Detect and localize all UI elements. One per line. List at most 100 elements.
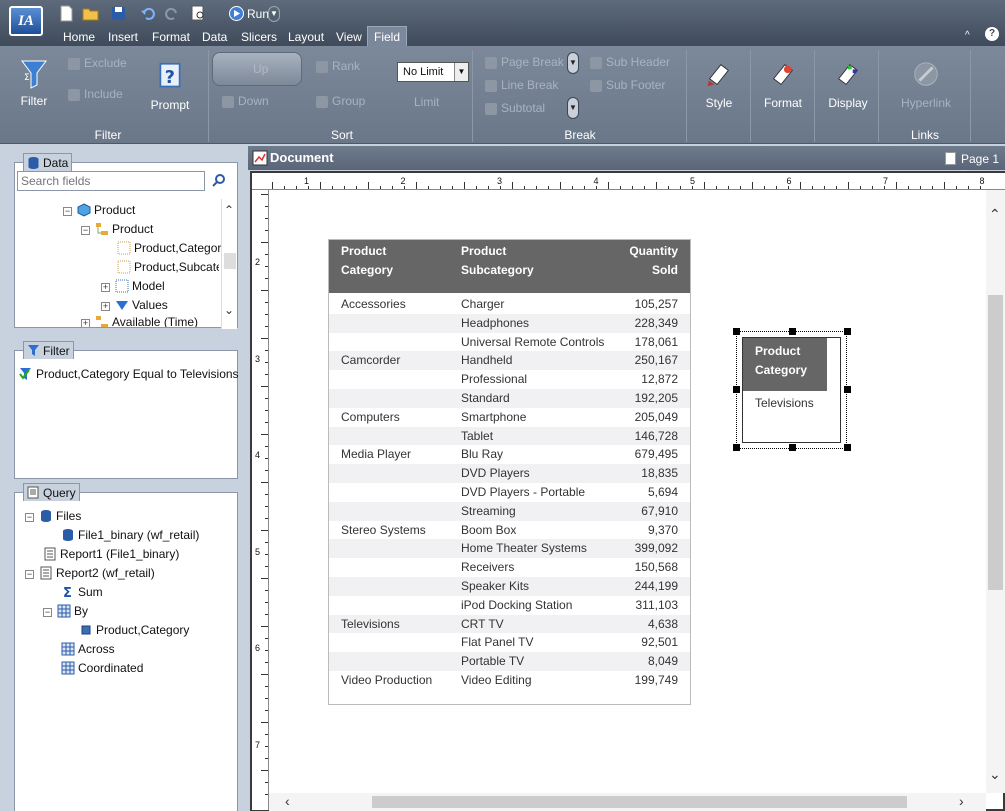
query-item-by[interactable]: − By: [43, 602, 88, 620]
table-row[interactable]: Video Production Video Editing 199,749: [329, 671, 690, 690]
save-icon[interactable]: [110, 5, 127, 22]
sub-footer-button[interactable]: Sub Footer: [590, 76, 665, 94]
table-row[interactable]: Receivers 150,568: [329, 558, 690, 577]
prompt-button[interactable]: ? Prompt: [148, 62, 192, 112]
tab-data[interactable]: Data: [200, 28, 229, 46]
tree-item-product-subcategory[interactable]: Product,Subcategory: [117, 258, 219, 276]
table-row[interactable]: Computers Smartphone 205,049: [329, 408, 690, 427]
table-row[interactable]: Standard 192,205: [329, 389, 690, 408]
table-row[interactable]: Headphones 228,349: [329, 313, 690, 333]
query-item-report1[interactable]: Report1 (File1_binary): [43, 545, 179, 563]
sub-header-button[interactable]: Sub Header: [590, 53, 670, 71]
resize-handle[interactable]: [789, 328, 796, 335]
scroll-down-icon[interactable]: ⌄: [224, 303, 234, 317]
table-row[interactable]: Portable TV 8,049: [329, 652, 690, 671]
page-break-button[interactable]: Page Break: [485, 53, 564, 71]
scroll-up-icon[interactable]: ⌃: [224, 203, 234, 217]
run-dropdown-icon[interactable]: ▼: [268, 6, 280, 22]
header-product-subcategory[interactable]: Product Subcategory: [461, 242, 534, 280]
query-item-across[interactable]: Across: [61, 640, 115, 658]
tab-home[interactable]: Home: [61, 28, 97, 46]
scroll-up-icon[interactable]: ⌃: [989, 206, 1001, 223]
header-product-category[interactable]: Product Category: [341, 242, 393, 280]
sort-up-button[interactable]: Up: [212, 52, 302, 86]
new-document-icon[interactable]: [58, 5, 75, 22]
scroll-left-icon[interactable]: ‹: [285, 793, 290, 809]
subtotal-dropdown-icon[interactable]: ▼: [567, 97, 579, 119]
table-row[interactable]: DVD Players - Portable 5,694: [329, 483, 690, 502]
hyperlink-button[interactable]: Hyperlink: [896, 60, 956, 110]
tab-format[interactable]: Format: [150, 28, 192, 46]
include-button[interactable]: Include: [68, 85, 123, 103]
query-item-file1-binary[interactable]: File1_binary (wf_retail): [61, 526, 199, 544]
vertical-scrollbar-thumb[interactable]: [988, 295, 1003, 590]
horizontal-scrollbar-thumb[interactable]: [372, 796, 907, 808]
table-row[interactable]: Speaker Kits 244,199: [329, 577, 690, 596]
collapse-icon[interactable]: −: [25, 513, 34, 522]
tab-slicers[interactable]: Slicers: [239, 28, 279, 46]
vertical-scrollbar[interactable]: ⌃ ⌄: [986, 190, 1005, 793]
report-table[interactable]: Product Category Product Subcategory Quant…: [328, 239, 691, 705]
collapse-icon[interactable]: −: [81, 226, 90, 235]
tab-view[interactable]: View: [334, 28, 364, 46]
collapse-ribbon-icon[interactable]: ^: [965, 30, 970, 41]
query-item-coordinated[interactable]: Coordinated: [61, 659, 143, 677]
search-fields-input[interactable]: [17, 171, 205, 191]
tab-insert[interactable]: Insert: [106, 28, 140, 46]
resize-handle[interactable]: [844, 444, 851, 451]
app-logo[interactable]: IA: [9, 6, 43, 36]
query-item-sum[interactable]: Σ Sum: [61, 583, 103, 601]
horizontal-scrollbar[interactable]: ‹ ›: [269, 793, 986, 811]
limit-select[interactable]: No Limit ▼: [397, 62, 469, 82]
table-row[interactable]: Tablet 146,728: [329, 426, 690, 446]
line-break-button[interactable]: Line Break: [485, 76, 558, 94]
run-icon[interactable]: [228, 5, 245, 22]
selected-element-header[interactable]: Product Category: [743, 338, 827, 391]
resize-handle[interactable]: [733, 444, 740, 451]
help-icon[interactable]: ?: [985, 27, 999, 41]
redo-icon[interactable]: [163, 5, 180, 22]
display-button[interactable]: Display: [826, 60, 870, 110]
group-button[interactable]: Group: [316, 92, 365, 110]
data-tree-scrollbar[interactable]: ⌃ ⌄: [221, 199, 237, 329]
undo-icon[interactable]: [140, 5, 157, 22]
header-quantity-sold[interactable]: Quantity Sold: [629, 242, 678, 280]
table-row[interactable]: Accessories Charger 105,257: [329, 295, 690, 314]
resize-handle[interactable]: [733, 328, 740, 335]
tree-item-product-root[interactable]: − Product: [63, 201, 135, 219]
exclude-button[interactable]: Exclude: [68, 54, 127, 72]
table-row[interactable]: DVD Players 18,835: [329, 464, 690, 483]
expand-icon[interactable]: +: [81, 319, 90, 327]
run-button[interactable]: Run: [247, 7, 269, 21]
expand-icon[interactable]: +: [101, 283, 110, 292]
chevron-down-icon[interactable]: ▼: [454, 63, 468, 81]
query-item-product-category[interactable]: Product,Category: [79, 621, 189, 639]
tree-item-model[interactable]: + Model: [101, 277, 165, 295]
filter-condition-item[interactable]: Product,Category Equal to Televisions: [19, 365, 239, 383]
query-item-files[interactable]: − Files: [25, 507, 81, 525]
tree-item-values[interactable]: + Values: [101, 296, 168, 314]
subtotal-button[interactable]: Subtotal: [485, 99, 545, 117]
selected-report-element[interactable]: Product Category Televisions: [733, 328, 851, 451]
table-row[interactable]: Flat Panel TV 92,501: [329, 633, 690, 652]
collapse-icon[interactable]: −: [63, 207, 72, 216]
search-icon[interactable]: [211, 173, 227, 189]
table-row[interactable]: Home Theater Systems 399,092: [329, 539, 690, 559]
tab-layout[interactable]: Layout: [286, 28, 326, 46]
expand-icon[interactable]: +: [101, 302, 110, 311]
scroll-down-icon[interactable]: ⌄: [989, 766, 1001, 783]
open-folder-icon[interactable]: [82, 5, 99, 22]
table-row[interactable]: Streaming 67,910: [329, 501, 690, 521]
sort-down-button[interactable]: Down: [222, 92, 269, 110]
table-row[interactable]: Media Player Blu Ray 679,495: [329, 445, 690, 464]
format-button[interactable]: Format: [761, 60, 805, 110]
rank-button[interactable]: Rank: [316, 57, 360, 75]
page-break-dropdown-icon[interactable]: ▼: [567, 52, 579, 74]
table-row[interactable]: Universal Remote Controls 178,061: [329, 333, 690, 352]
table-row[interactable]: Stereo Systems Boom Box 9,370: [329, 521, 690, 540]
tree-item-available-time[interactable]: + Available (Time): [81, 313, 198, 327]
resize-handle[interactable]: [789, 444, 796, 451]
table-row[interactable]: iPod Docking Station 311,103: [329, 596, 690, 615]
table-row[interactable]: Camcorder Handheld 250,167: [329, 351, 690, 371]
tree-item-product-dimension[interactable]: − Product: [81, 220, 153, 238]
